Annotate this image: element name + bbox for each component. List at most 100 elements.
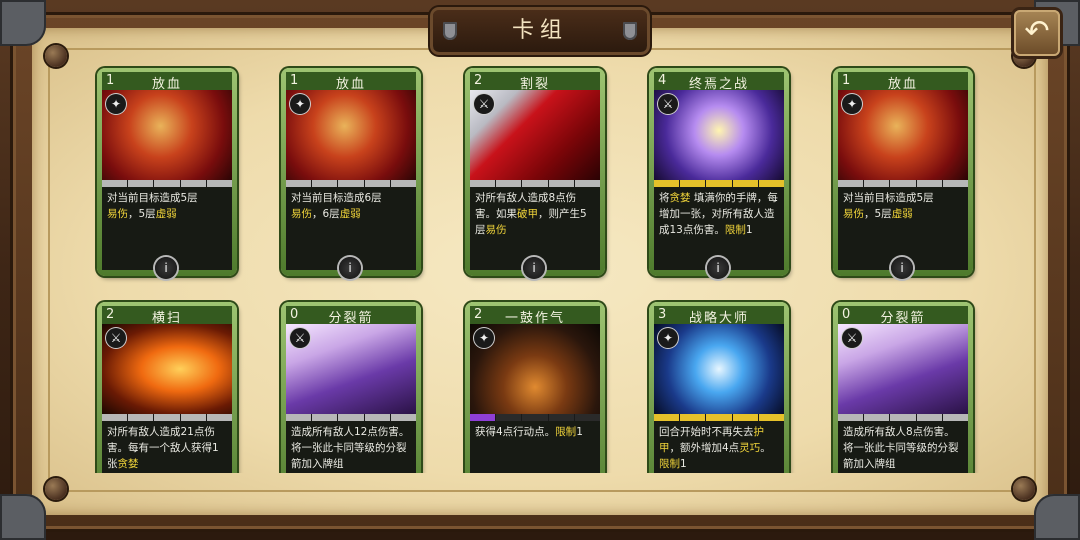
- card-header: 0 分裂箭: [838, 306, 968, 326]
- upgrade-bar: [470, 180, 601, 187]
- upgrade-segment: [916, 414, 942, 421]
- description-text: 造成所有敌人8点伤害。将一张此卡同等级的分裂箭加入牌组: [843, 426, 959, 470]
- upgrade-bar: [102, 180, 233, 187]
- upgrade-segment: [838, 180, 864, 187]
- attack-icon: ⚔: [658, 94, 678, 114]
- card[interactable]: 0分裂箭⚔造成所有敌人8点伤害。将一张此卡同等级的分裂箭加入牌组i: [833, 302, 973, 473]
- upgrade-bar: [838, 180, 969, 187]
- keyword-highlight: 虚弱: [339, 208, 361, 220]
- card-info-button[interactable]: i: [891, 257, 913, 279]
- upgrade-segment: [864, 180, 890, 187]
- shield-icon: [623, 22, 637, 40]
- card-art: ✦: [102, 90, 232, 180]
- card[interactable]: 3战略大师✦回合开始时不再失去护甲，额外增加4点灵巧。限制1i: [649, 302, 789, 473]
- card-header: 2 割裂: [470, 72, 600, 92]
- upgrade-segment: [548, 180, 574, 187]
- card-grid: 1 放血 ✦ 对当前目标造成5层 易伤，5层虚弱 i 1 放血 ✦ 对当前目标造成6层 易伤，6层虚…: [60, 60, 1020, 473]
- upgrade-segment: [496, 180, 522, 187]
- keyword-highlight: 限制: [724, 224, 746, 236]
- card-art: ⚔: [838, 324, 968, 414]
- upgrade-segment: [180, 414, 206, 421]
- upgrade-segment: [470, 180, 496, 187]
- keyword-highlight: 破甲: [517, 208, 538, 220]
- info-icon: i: [716, 261, 720, 275]
- upgrade-segment: [180, 180, 206, 187]
- card-art: ⚔: [286, 324, 416, 414]
- card[interactable]: 1 放血 ✦ 对当前目标造成5层 易伤，5层虚弱 i: [97, 68, 237, 279]
- upgrade-bar: [470, 414, 601, 421]
- description-text: 造成所有敌人12点伤害。将一张此卡同等级的分裂箭加入牌组: [291, 426, 410, 470]
- upgrade-segment: [206, 414, 233, 421]
- upgrade-segment: [942, 180, 969, 187]
- upgrade-segment: [916, 180, 942, 187]
- upgrade-segment: [496, 414, 522, 421]
- card-art: ✦: [470, 324, 600, 414]
- upgrade-segment: [102, 414, 128, 421]
- skill-icon: ✦: [290, 94, 310, 114]
- upgrade-segment: [654, 414, 680, 421]
- card-art: ✦: [286, 90, 416, 180]
- card-description: 对所有敌人造成21点伤害。每有一个敌人获得1张贪婪: [102, 421, 232, 473]
- card-art: ✦: [654, 324, 784, 414]
- keyword-highlight: 贪婪: [117, 458, 139, 470]
- keyword-highlight: 易伤: [485, 224, 507, 236]
- upgrade-segment: [732, 180, 758, 187]
- card[interactable]: 4 终焉之战 ⚔ 将贪婪 填满你的手牌，每增加一张，对所有敌人造成13点伤害。限制1 i: [649, 68, 789, 279]
- card-header: 4 终焉之战: [654, 72, 784, 92]
- card[interactable]: 2 割裂 ⚔ 对所有敌人造成8点伤害。如果破甲，则产生5层易伤 i: [465, 68, 605, 279]
- upgrade-bar: [286, 180, 417, 187]
- card-info-button[interactable]: i: [523, 257, 545, 279]
- keyword-highlight: 灵巧: [739, 442, 761, 454]
- title-plate: 卡组: [433, 10, 647, 52]
- card-info-button[interactable]: i: [339, 257, 361, 279]
- upgrade-segment: [654, 180, 680, 187]
- upgrade-segment: [286, 180, 312, 187]
- card[interactable]: 2一鼓作气✦获得4点行动点。限制1i: [465, 302, 605, 473]
- card-header: 0 分裂箭: [286, 306, 416, 326]
- upgrade-segment: [154, 180, 180, 187]
- description-text: 对当前目标造成5层: [107, 192, 198, 204]
- upgrade-segment: [890, 414, 916, 421]
- keyword-highlight: 易伤: [291, 208, 312, 220]
- upgrade-bar: [838, 414, 969, 421]
- card[interactable]: 1 放血 ✦ 对当前目标造成6层 易伤，6层虚弱 i: [281, 68, 421, 279]
- upgrade-segment: [102, 180, 128, 187]
- description-text: 1: [680, 458, 687, 470]
- upgrade-segment: [364, 180, 390, 187]
- card-header: 1 放血: [102, 72, 232, 92]
- keyword-highlight: 限制: [659, 458, 680, 470]
- upgrade-segment: [680, 180, 706, 187]
- upgrade-segment: [338, 180, 364, 187]
- keyword-highlight: 易伤: [843, 208, 864, 220]
- corner-ornament-bottom-left: [0, 494, 46, 540]
- corner-ornament-bottom-right: [1034, 494, 1080, 540]
- upgrade-segment: [470, 414, 496, 421]
- upgrade-segment: [574, 180, 601, 187]
- card[interactable]: 0分裂箭⚔造成所有敌人12点伤害。将一张此卡同等级的分裂箭加入牌组i: [281, 302, 421, 473]
- card-header: 1 放血: [838, 72, 968, 92]
- description-text: 将: [659, 192, 670, 204]
- upgrade-segment: [706, 414, 732, 421]
- page-title: 卡组: [511, 18, 568, 43]
- description-text: ，6层: [312, 208, 340, 220]
- upgrade-segment: [206, 180, 233, 187]
- rivet-icon: [45, 478, 67, 500]
- skill-icon: ✦: [842, 94, 862, 114]
- card-info-button[interactable]: i: [155, 257, 177, 279]
- keyword-highlight: 易伤: [107, 208, 128, 220]
- card-header: 2 横扫: [102, 306, 232, 326]
- card-description: 造成所有敌人12点伤害。将一张此卡同等级的分裂箭加入牌组: [286, 421, 416, 473]
- card-art: ⚔: [102, 324, 232, 414]
- back-button[interactable]: ↶: [1014, 10, 1060, 56]
- upgrade-segment: [838, 414, 864, 421]
- upgrade-segment: [128, 414, 154, 421]
- skill-icon: ✦: [106, 94, 126, 114]
- card[interactable]: 1 放血 ✦ 对当前目标造成5层 易伤，5层虚弱 i: [833, 68, 973, 279]
- card-header: 2 一鼓作气: [470, 306, 600, 326]
- info-icon: i: [164, 261, 168, 275]
- card[interactable]: 2横扫⚔对所有敌人造成21点伤害。每有一个敌人获得1张贪婪i: [97, 302, 237, 473]
- skill-icon: ✦: [658, 328, 678, 348]
- card-info-button[interactable]: i: [707, 257, 729, 279]
- upgrade-segment: [338, 414, 364, 421]
- upgrade-segment: [706, 180, 732, 187]
